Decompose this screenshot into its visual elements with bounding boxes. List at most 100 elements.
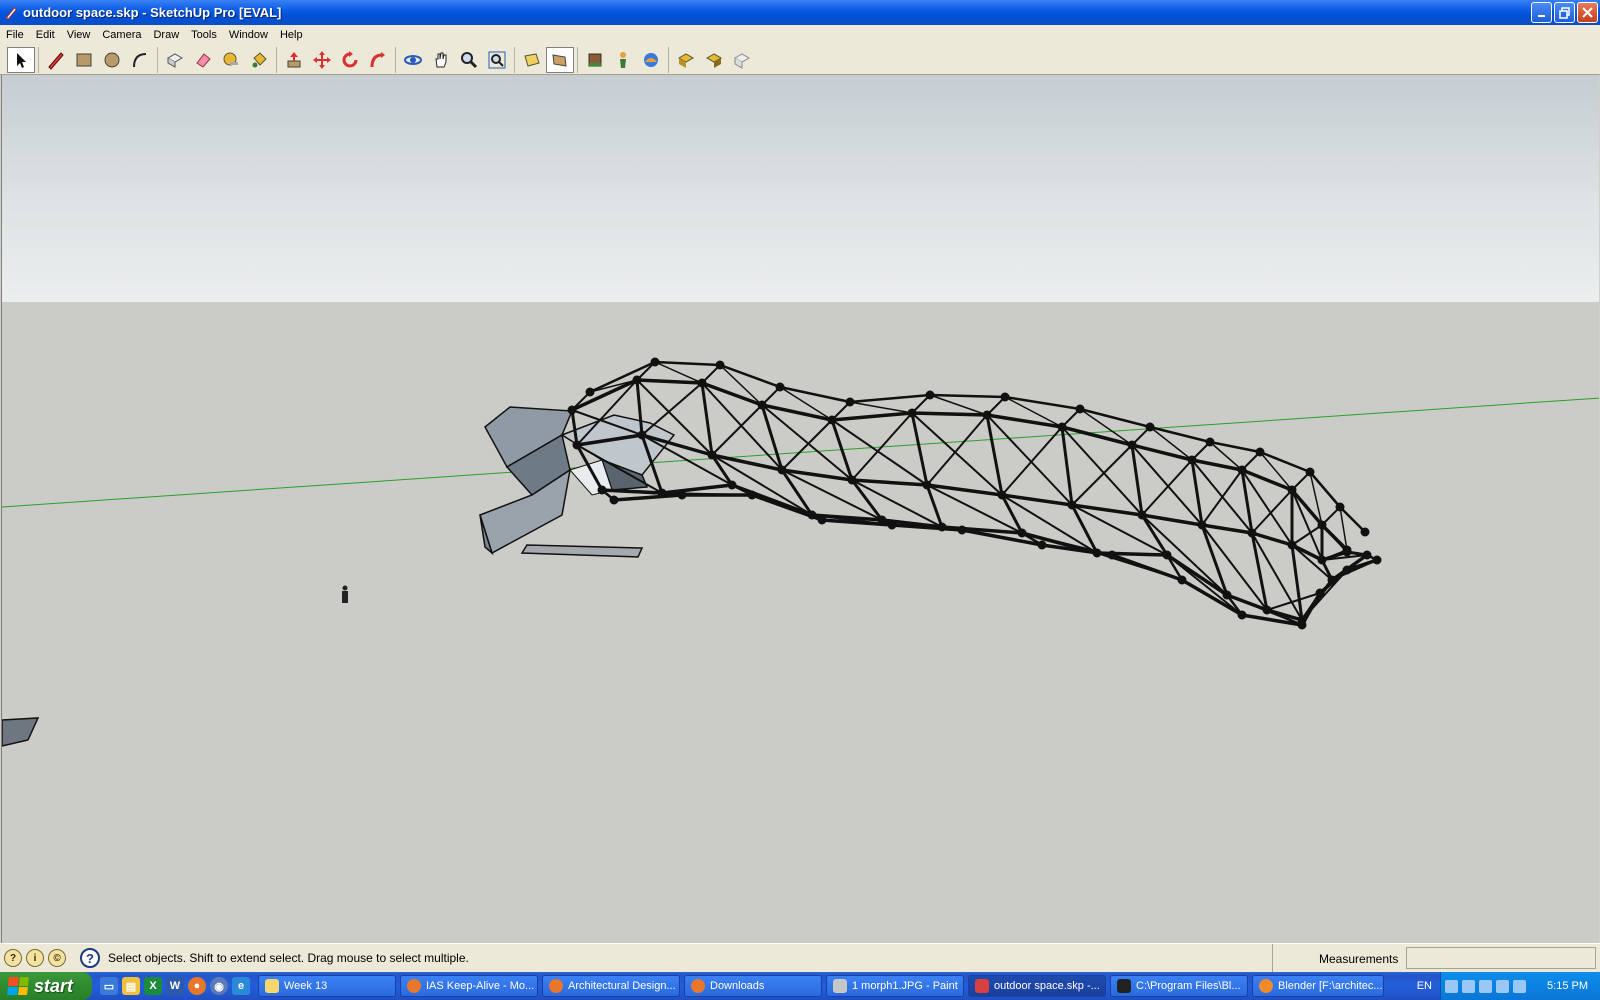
circle-icon [104,52,120,67]
lattice-member [661,483,733,495]
security-icon[interactable] [1496,979,1509,993]
share-model-button[interactable] [700,47,728,73]
upload-model-button[interactable] [672,47,700,73]
windows-logo-icon [7,977,29,995]
media-player-icon[interactable]: ◉ [210,977,228,995]
language-indicator[interactable]: EN [1417,972,1432,1000]
menu-help[interactable]: Help [274,29,309,41]
rectangle-button[interactable] [70,47,98,73]
pan-button[interactable] [427,47,455,73]
rotate-button[interactable] [336,47,364,73]
warehouse-icon [733,52,751,69]
lattice-node [1162,550,1172,560]
arc-button[interactable] [126,47,154,73]
explorer-icon[interactable]: ▤ [122,977,140,995]
menu-file[interactable]: File [0,29,30,41]
previous-view-button[interactable] [518,47,546,73]
faceted-shell [479,406,676,558]
menu-window[interactable]: Window [223,29,274,41]
lattice-node [1037,540,1047,550]
excel-icon[interactable]: X [144,977,162,995]
menu-draw[interactable]: Draw [147,29,185,41]
share-model-icon [705,52,723,68]
lattice-member [911,411,988,417]
lattice-node [697,378,707,388]
lattice-node [1197,520,1207,530]
lattice-node [1237,610,1247,620]
status-message: Select objects. Shift to extend select. … [108,951,469,965]
firefox-icon[interactable]: ● [188,977,206,995]
zoom-extents-icon [488,51,506,68]
close-button[interactable] [1577,2,1598,23]
get-models-button[interactable] [581,47,609,73]
warehouse-button[interactable] [728,47,756,73]
eraser-button[interactable] [189,47,217,73]
orbit-button[interactable] [399,47,427,73]
zoom-extents-button[interactable] [483,47,511,73]
tape-measure-button[interactable] [217,47,245,73]
next-view-button[interactable] [546,46,574,73]
walk-button[interactable] [637,47,665,73]
upload-model-icon [677,52,695,68]
taskbar-item-paint[interactable]: 1 morph1.JPG - Paint [826,975,964,997]
select-tool-button[interactable] [7,46,35,73]
taskbar-item-ias-keepalive[interactable]: IAS Keep-Alive - Mo... [400,975,538,997]
follow-me-button[interactable] [364,47,392,73]
zoom-icon [461,51,478,68]
lattice-node [807,510,817,520]
drawing-viewport[interactable] [1,75,1599,943]
internet-explorer-icon[interactable]: e [232,977,250,995]
lattice-node [877,515,887,525]
title-bar: outdoor space.skp - SketchUp Pro [EVAL] [0,0,1600,25]
status-bar: ? i © ? Select objects. Shift to extend … [0,943,1600,973]
lattice-member [1291,544,1333,581]
taskbar-item-blender[interactable]: Blender [F:\architec... [1252,975,1384,997]
restore-button[interactable] [1554,2,1575,23]
lattice-member [1251,489,1293,534]
volume-icon[interactable] [1479,979,1492,993]
menu-view[interactable]: View [61,29,97,41]
start-button[interactable]: start [0,972,92,1000]
circle-button[interactable] [98,47,126,73]
position-camera-icon [620,51,626,68]
pencil-line-button[interactable] [42,47,70,73]
menu-tools[interactable]: Tools [185,29,223,41]
lattice-node [1255,447,1265,457]
menu-edit[interactable]: Edit [30,29,61,41]
lattice-node [1317,520,1327,530]
taskbar-item-week13[interactable]: Week 13 [258,975,396,997]
make-component-button[interactable] [161,47,189,73]
taskbar-item-cmd[interactable]: C:\Program Files\Bl... [1110,975,1248,997]
geo-location-icon[interactable]: ? [4,949,22,967]
position-camera-button[interactable] [609,47,637,73]
taskbar-item-sketchup[interactable]: outdoor space.skp -... [968,975,1106,997]
lattice-member [1209,440,1261,454]
taskbar-item-architectural-design[interactable]: Architectural Design... [542,975,680,997]
lattice-node [1177,575,1187,585]
taskbar: start ▭ ▤ X W ● ◉ e Week 13 IAS Keep-Ali… [0,972,1600,1000]
paint-bucket-button[interactable] [245,47,273,73]
minimize-button[interactable] [1531,2,1552,23]
help-icon[interactable]: ? [80,948,100,968]
lattice-node [727,480,737,490]
menu-camera[interactable]: Camera [96,29,147,41]
show-desktop-icon[interactable]: ▭ [100,977,118,995]
tray-app-icon[interactable] [1445,979,1458,993]
quick-launch: ▭ ▤ X W ● ◉ e [92,972,258,1000]
lattice-member [850,479,884,521]
lattice-member [1201,523,1253,535]
network-icon[interactable] [1462,979,1475,993]
lattice-node [1317,555,1327,565]
taskbar-item-downloads[interactable]: Downloads [684,975,822,997]
user-icon[interactable]: © [48,949,66,967]
update-icon[interactable] [1513,979,1526,993]
lattice-node [925,390,935,400]
push-pull-button[interactable] [280,47,308,73]
lattice-node [715,360,725,370]
measurements-input[interactable] [1406,947,1596,969]
move-button[interactable] [308,47,336,73]
lattice-node [1145,422,1155,432]
word-icon[interactable]: W [166,977,184,995]
zoom-button[interactable] [455,47,483,73]
credits-icon[interactable]: i [26,949,44,967]
